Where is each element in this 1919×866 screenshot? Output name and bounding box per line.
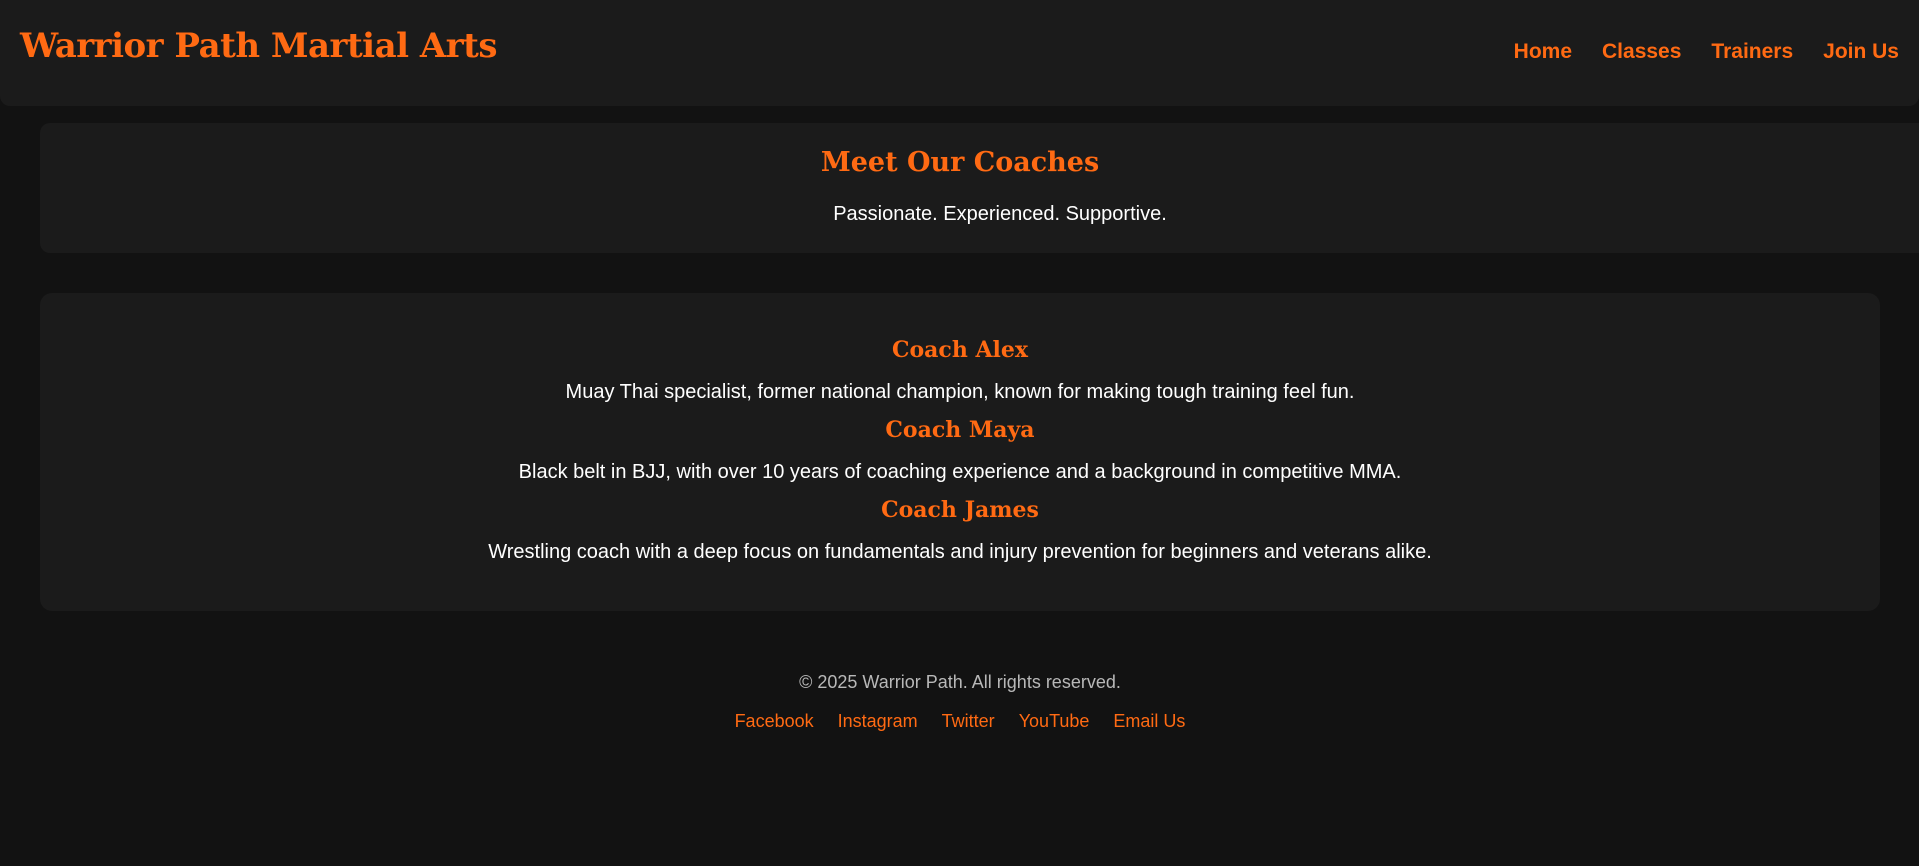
coach-bio: Muay Thai specialist, former national ch… xyxy=(565,381,1355,403)
site-footer: © 2025 Warrior Path. All rights reserved… xyxy=(0,670,1919,733)
coach-entry: Coach Alex Muay Thai specialist, former … xyxy=(40,335,1880,405)
coaches-card: Coach Alex Muay Thai specialist, former … xyxy=(40,293,1880,611)
coach-entry: Coach James Wrestling coach with a deep … xyxy=(40,495,1880,565)
twitter-link[interactable]: Twitter xyxy=(942,709,995,733)
facebook-link[interactable]: Facebook xyxy=(735,709,814,733)
coach-name: Coach Maya xyxy=(885,417,1035,443)
footer-links: Facebook Instagram Twitter YouTube Email… xyxy=(0,709,1919,733)
site-header: Warrior Path Martial Arts Home Classes T… xyxy=(0,0,1919,106)
nav-item-home[interactable]: Home xyxy=(1514,38,1572,66)
hero-banner: Meet Our Coaches xyxy=(40,123,1919,253)
coach-entry: Coach Maya Black belt in BJJ, with over … xyxy=(40,415,1880,485)
nav-item-classes[interactable]: Classes xyxy=(1602,38,1681,66)
site-logo-title[interactable]: Warrior Path Martial Arts xyxy=(20,24,498,68)
page-title: Meet Our Coaches xyxy=(820,147,1100,178)
nav-item-join-us[interactable]: Join Us xyxy=(1823,38,1899,66)
email-us-link[interactable]: Email Us xyxy=(1113,709,1185,733)
youtube-link[interactable]: YouTube xyxy=(1019,709,1090,733)
coach-name: Coach James xyxy=(881,497,1039,523)
coach-bio: Wrestling coach with a deep focus on fun… xyxy=(488,541,1432,563)
copyright-text: © 2025 Warrior Path. All rights reserved… xyxy=(799,672,1121,692)
nav-item-trainers[interactable]: Trainers xyxy=(1711,38,1793,66)
main-nav: Home Classes Trainers Join Us xyxy=(1514,38,1899,66)
coach-name: Coach Alex xyxy=(891,337,1029,363)
coach-bio: Black belt in BJJ, with over 10 years of… xyxy=(518,461,1402,483)
hero-tagline: Passionate. Experienced. Supportive. xyxy=(833,203,1167,225)
instagram-link[interactable]: Instagram xyxy=(838,709,918,733)
